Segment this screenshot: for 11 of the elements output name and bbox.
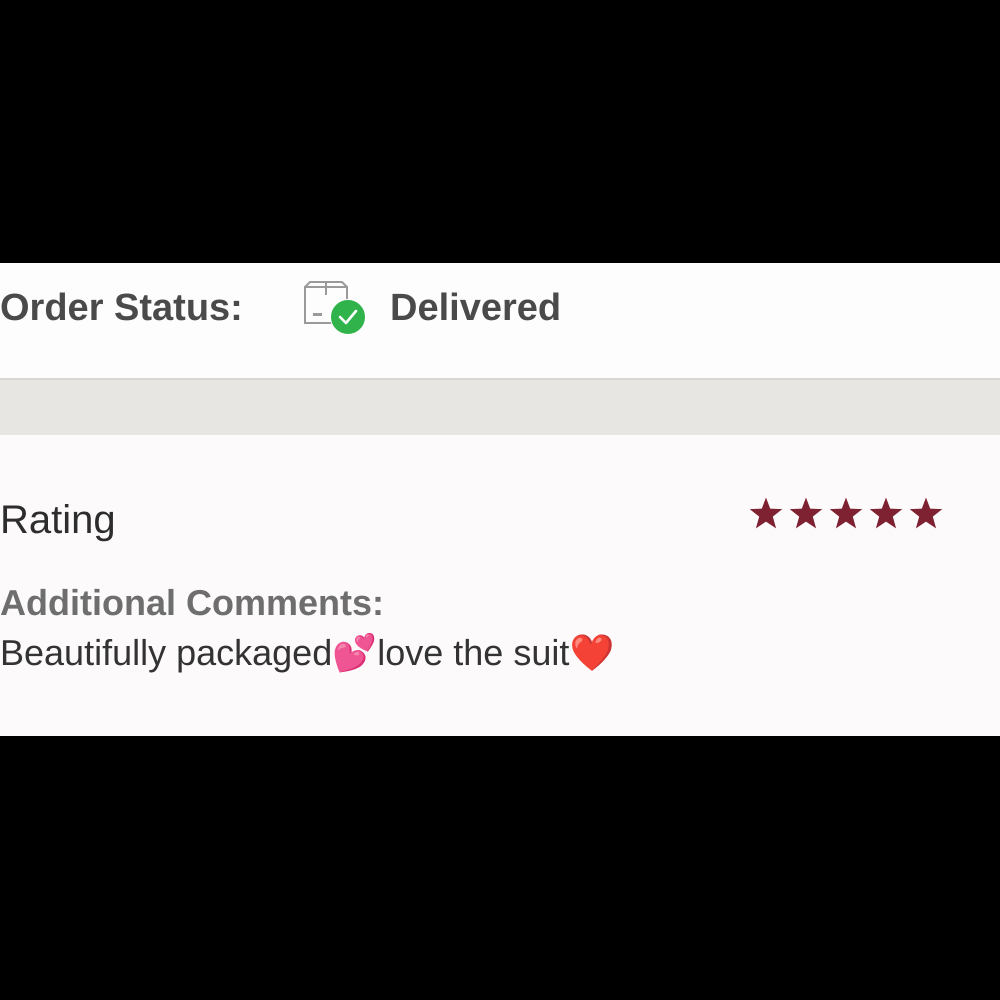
comments-label: Additional Comments:	[0, 581, 384, 624]
star-icon	[749, 496, 783, 530]
star-icon	[829, 496, 863, 530]
package-check-icon	[304, 281, 366, 335]
order-status-value: Delivered	[390, 286, 562, 330]
star-icon	[789, 496, 823, 530]
comment-text: Beautifully packaged💕love the suit❤	[0, 631, 614, 675]
star-icon	[869, 496, 903, 530]
rating-label: Rating	[0, 497, 116, 543]
order-status-label: Order Status:	[0, 286, 243, 330]
star-icon	[909, 496, 943, 530]
